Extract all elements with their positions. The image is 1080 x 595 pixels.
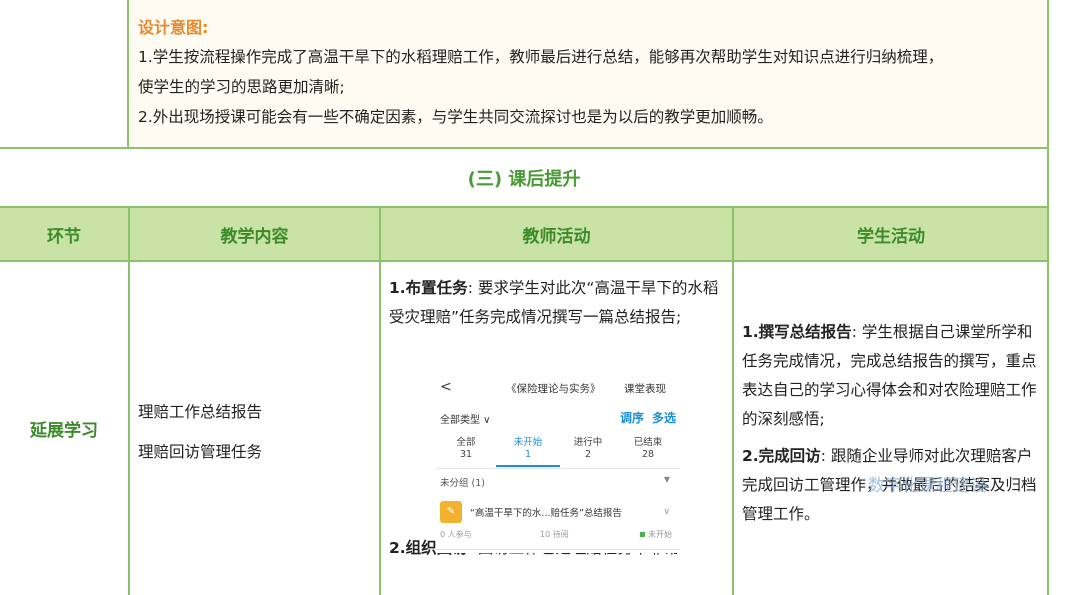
task-icon: ✎ [440, 501, 462, 523]
content-item: 理赔工作总结报告 [138, 403, 263, 421]
design-intent-line-2: 使学生的学习的思路更加清晰; [138, 78, 345, 96]
grid-line [379, 206, 381, 595]
app-header: < 《保险理论与实务》 课堂表现 [436, 377, 680, 399]
tab-count: 2 [584, 449, 592, 460]
task-participants: 0 人参与 [440, 530, 472, 539]
grid-line [128, 206, 130, 595]
stage-cell: 延展学习 [30, 421, 98, 441]
tab-not-started[interactable]: 未开始 1 [498, 437, 558, 461]
multi-select-button[interactable]: 多选 [652, 409, 676, 426]
grid-line [0, 147, 1049, 149]
student-item-1: 1.撰写总结报告: 学生根据自己课堂所学和任务完成情况，完成总结报告的撰写，重点… [742, 318, 1042, 434]
back-icon[interactable]: < [440, 379, 452, 395]
teacher-item-1-label: 1.布置任务 [389, 279, 468, 297]
tab-in-progress[interactable]: 进行中 2 [558, 437, 618, 461]
tab-label: 未开始 [513, 437, 543, 448]
tab-ended[interactable]: 已结束 28 [618, 437, 678, 461]
status-tabs: 全部 31 未开始 1 进行中 2 已结束 28 [436, 437, 680, 469]
teacher-item-1: 1.布置任务: 要求学生对此次“高温干旱下的水稻受灾理赔”任务完成情况撰写一篇总… [389, 274, 725, 332]
caret-down-icon: ▼ [663, 475, 670, 484]
grid-line [1047, 0, 1049, 595]
grid-line [0, 206, 1049, 208]
content-item: 理赔回访管理任务 [138, 443, 263, 461]
design-intent-line-3: 2.外出现场授课可能会有一些不确定因素，与学生共同交流探讨也是为以后的教学更加顺… [138, 108, 773, 126]
task-item[interactable]: ✎ “高温干旱下的水...赔任务”总结报告 ∨ [440, 501, 676, 527]
group-label: 未分组 (1) [440, 478, 485, 489]
tab-label: 全部 [456, 437, 476, 448]
sort-button[interactable]: 调序 [620, 409, 644, 426]
header-stage: 环节 [0, 208, 128, 260]
app-screenshot: < 《保险理论与实务》 课堂表现 全部类型 ∨ 调序 多选 全部 31 未开始 1 … [436, 373, 680, 553]
grid-line [732, 206, 734, 595]
grid-line [127, 0, 129, 147]
student-item-1-label: 1.撰写总结报告 [742, 323, 852, 341]
task-pending: 10 待阅 [540, 530, 569, 539]
type-filter-dropdown[interactable]: 全部类型 ∨ [440, 415, 491, 426]
design-intent-cell: 设计意图: 1.学生按流程操作完成了高温干旱下的水稻理赔工作，教师最后进行总结，… [128, 0, 1048, 147]
tab-count: 1 [524, 449, 532, 460]
tab-label: 进行中 [573, 437, 603, 448]
watermark: 数字化课程建设 [868, 476, 987, 496]
tab-count: 28 [641, 449, 655, 460]
content-cell: 理赔工作总结报告 理赔回访管理任务 [130, 262, 378, 595]
design-intent-title: 设计意图: [138, 18, 209, 37]
divider [436, 549, 680, 550]
app-course-title: 《保险理论与实务》 [506, 383, 601, 395]
task-meta: 0 人参与 10 待阅 未开始 [440, 529, 676, 540]
class-performance-link[interactable]: 课堂表现 [624, 381, 666, 396]
tab-all[interactable]: 全部 31 [436, 437, 496, 461]
section-title: (三) 课后提升 [467, 168, 581, 190]
header-content: 教学内容 [130, 208, 379, 260]
tab-label: 已结束 [633, 437, 663, 448]
header-student: 学生活动 [734, 208, 1048, 260]
student-item-2-label: 2.完成回访 [742, 447, 821, 465]
group-header[interactable]: 未分组 (1) ▼ [440, 475, 676, 489]
lesson-plan-table: 设计意图: 1.学生按流程操作完成了高温干旱下的水稻理赔工作，教师最后进行总结，… [0, 0, 1080, 595]
design-intent-line-1: 1.学生按流程操作完成了高温干旱下的水稻理赔工作，教师最后进行总结，能够再次帮助… [138, 48, 944, 66]
header-teacher: 教师活动 [381, 208, 732, 260]
tab-count: 31 [459, 449, 473, 460]
active-tab-indicator [496, 465, 560, 467]
app-filter-row: 全部类型 ∨ 调序 多选 [440, 411, 676, 426]
chevron-down-icon: ∨ [663, 507, 670, 517]
task-status: 未开始 [640, 529, 672, 540]
student-cell: 1.撰写总结报告: 学生根据自己课堂所学和任务完成情况，完成总结报告的撰写，重点… [734, 262, 1048, 595]
task-title: “高温干旱下的水...赔任务”总结报告 [470, 508, 622, 519]
grid-line [0, 260, 1049, 262]
